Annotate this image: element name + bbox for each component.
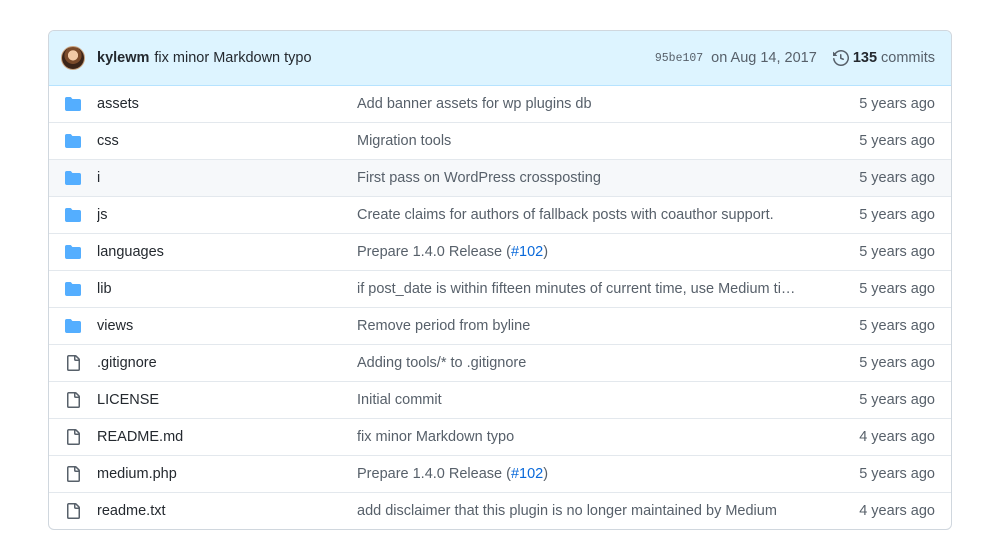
commit-count: 135 (852, 50, 878, 66)
file-row[interactable]: assets Add banner assets for wp plugins d… (49, 86, 951, 122)
file-commit-message[interactable]: Add banner assets for wp plugins db (357, 96, 817, 112)
file-icon (65, 503, 81, 519)
file-commit-age: 5 years ago (859, 318, 935, 334)
commit-message-end: ) (543, 466, 549, 482)
commit-message[interactable]: fix minor Markdown typo (154, 50, 311, 66)
latest-commit-bar: kylewm fix minor Markdown typo 95be107 o… (49, 31, 951, 86)
file-commit-message[interactable]: Prepare 1.4.0 Release (#102) (357, 466, 817, 482)
file-row[interactable]: lib if post_date is within fifteen minute… (49, 270, 951, 307)
folder-icon (65, 318, 81, 334)
file-name-link[interactable]: LICENSE (97, 392, 357, 408)
file-name-link[interactable]: i (97, 170, 357, 186)
commit-author[interactable]: kylewm (97, 50, 149, 66)
file-commit-age: 5 years ago (859, 170, 935, 186)
file-name-link[interactable]: languages (97, 244, 357, 260)
file-row[interactable]: LICENSE Initial commit 5 years ago (49, 381, 951, 418)
folder-icon (65, 281, 81, 297)
file-row[interactable]: .gitignore Adding tools/* to .gitignore 5 … (49, 344, 951, 381)
commit-message-text: Create claims for authors of fallback po… (357, 207, 774, 223)
file-name-link[interactable]: readme.txt (97, 503, 357, 519)
file-commit-message[interactable]: fix minor Markdown typo (357, 429, 817, 445)
file-commit-age: 5 years ago (859, 207, 935, 223)
file-commit-age: 5 years ago (859, 133, 935, 149)
file-row[interactable]: i First pass on WordPress crossposting 5 y… (49, 159, 951, 196)
commit-message-text: Add banner assets for wp plugins db (357, 96, 592, 112)
file-name-link[interactable]: lib (97, 281, 357, 297)
file-name-link[interactable]: .gitignore (97, 355, 357, 371)
folder-icon (65, 170, 81, 186)
folder-icon (65, 244, 81, 260)
commit-message-text: fix minor Markdown typo (357, 429, 515, 445)
file-name-link[interactable]: medium.php (97, 466, 357, 482)
file-name-link[interactable]: README.md (97, 429, 357, 445)
file-commit-age: 5 years ago (859, 281, 935, 297)
commit-message-text: if post_date is within fifteen minutes o… (357, 281, 796, 297)
file-browser: kylewm fix minor Markdown typo 95be107 o… (48, 30, 952, 530)
file-icon (65, 429, 81, 445)
file-row[interactable]: css Migration tools 5 years ago (49, 122, 951, 159)
file-row[interactable]: js Create claims for authors of fallback … (49, 196, 951, 233)
file-commit-age: 5 years ago (859, 244, 935, 260)
file-commit-age: 5 years ago (859, 355, 935, 371)
folder-icon (65, 133, 81, 149)
file-commit-message[interactable]: Remove period from byline (357, 318, 817, 334)
commit-sha[interactable]: 95be107 (655, 52, 703, 65)
file-row[interactable]: medium.php Prepare 1.4.0 Release (#102) 5 … (49, 455, 951, 492)
commit-message-text: Remove period from byline (357, 318, 531, 334)
commit-message-text: Migration tools (357, 133, 452, 149)
file-commit-message[interactable]: Adding tools/* to .gitignore (357, 355, 817, 371)
history-icon (832, 50, 849, 66)
commit-message-text: add disclaimer that this plugin is no lo… (357, 503, 777, 519)
commit-history-link[interactable]: 135 commits (832, 50, 935, 66)
file-commit-message[interactable]: if post_date is within fifteen minutes o… (357, 281, 817, 297)
file-commit-age: 5 years ago (859, 392, 935, 408)
commit-message-text: First pass on WordPress crossposting (357, 170, 601, 186)
file-commit-message[interactable]: First pass on WordPress crossposting (357, 170, 817, 186)
file-row[interactable]: languages Prepare 1.4.0 Release (#102) 5 y… (49, 233, 951, 270)
file-icon (65, 466, 81, 482)
file-commit-message[interactable]: Initial commit (357, 392, 817, 408)
commit-message-text: Initial commit (357, 392, 442, 408)
file-list: assets Add banner assets for wp plugins d… (49, 86, 951, 529)
file-commit-message[interactable]: Create claims for authors of fallback po… (357, 207, 817, 223)
commit-message-text: Prepare 1.4.0 Release ( (357, 244, 511, 260)
file-commit-message[interactable]: Migration tools (357, 133, 817, 149)
file-row[interactable]: README.md fix minor Markdown typo 4 years … (49, 418, 951, 455)
file-commit-age: 4 years ago (859, 429, 935, 445)
file-row[interactable]: readme.txt add disclaimer that this plugi… (49, 492, 951, 529)
folder-icon (65, 96, 81, 112)
file-name-link[interactable]: css (97, 133, 357, 149)
file-name-link[interactable]: js (97, 207, 357, 223)
pull-request-link[interactable]: #102 (511, 466, 543, 482)
file-name-link[interactable]: assets (97, 96, 357, 112)
commit-message-text: Adding tools/* to .gitignore (357, 355, 527, 371)
file-name-link[interactable]: views (97, 318, 357, 334)
pull-request-link[interactable]: #102 (511, 244, 543, 260)
file-commit-age: 4 years ago (859, 503, 935, 519)
file-commit-message[interactable]: add disclaimer that this plugin is no lo… (357, 503, 817, 519)
file-icon (65, 392, 81, 408)
file-commit-age: 5 years ago (859, 96, 935, 112)
commit-message-end: ) (543, 244, 549, 260)
file-commit-age: 5 years ago (859, 466, 935, 482)
commit-count-label: commits (881, 50, 935, 66)
commit-date: on Aug 14, 2017 (711, 50, 817, 66)
file-row[interactable]: views Remove period from byline 5 years ag… (49, 307, 951, 344)
file-commit-message[interactable]: Prepare 1.4.0 Release (#102) (357, 244, 817, 260)
file-icon (65, 355, 81, 371)
avatar[interactable] (61, 46, 85, 70)
commit-message-text: Prepare 1.4.0 Release ( (357, 466, 511, 482)
folder-icon (65, 207, 81, 223)
